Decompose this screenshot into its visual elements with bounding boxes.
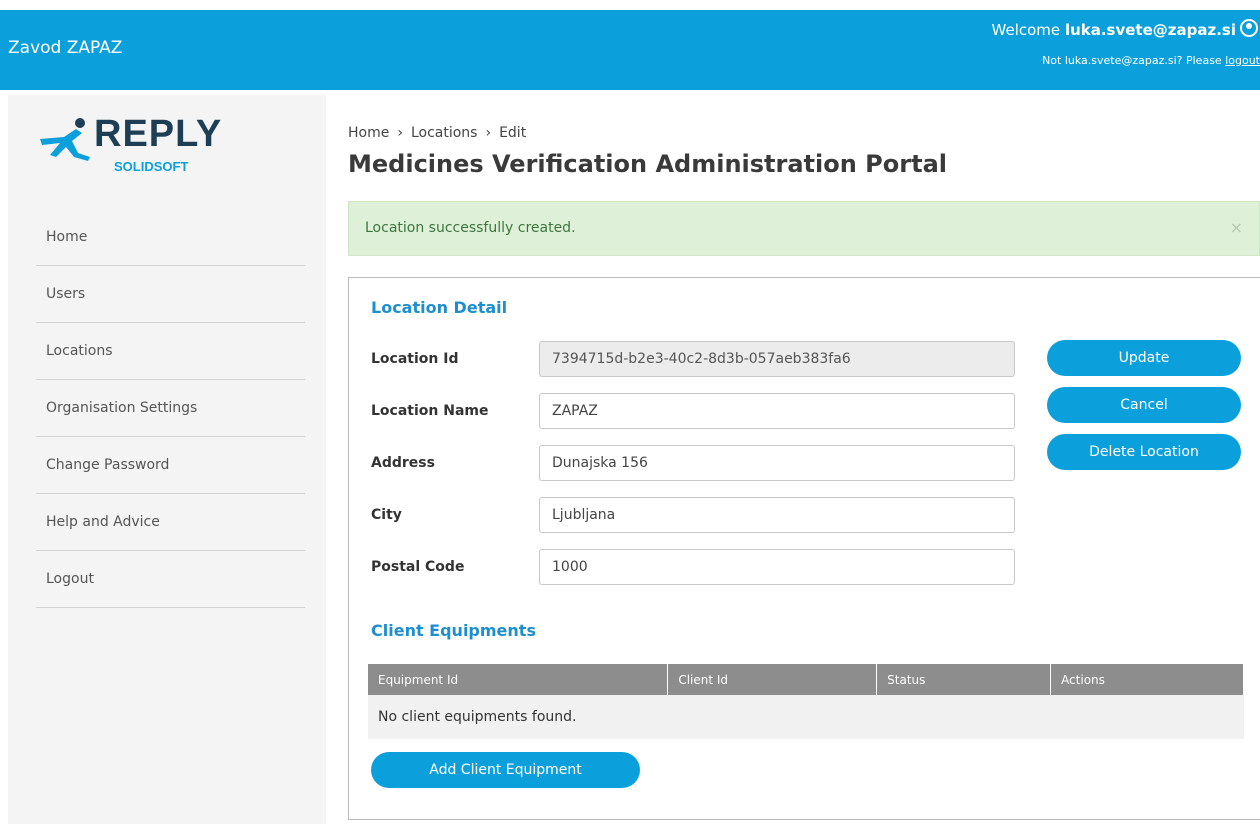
city-field[interactable] xyxy=(539,497,1015,533)
page-title: Medicines Verification Administration Po… xyxy=(348,150,947,178)
sidebar-item-locations[interactable]: Locations xyxy=(36,323,305,380)
add-client-equipment-button[interactable]: Add Client Equipment xyxy=(371,752,640,788)
sidebar-item-logout[interactable]: Logout xyxy=(36,551,305,608)
empty-table-message: No client equipments found. xyxy=(368,695,1244,739)
column-equipment-id: Equipment Id xyxy=(368,664,669,695)
delete-location-button[interactable]: Delete Location xyxy=(1047,434,1241,470)
client-equipments-title: Client Equipments xyxy=(371,621,536,640)
not-user-text: Not luka.svete@zapaz.si? Please xyxy=(1042,54,1222,67)
breadcrumb-home[interactable]: Home xyxy=(348,125,389,141)
welcome-prefix: Welcome xyxy=(991,21,1061,39)
city-label: City xyxy=(371,507,402,523)
user-icon[interactable] xyxy=(1240,19,1258,37)
column-client-id: Client Id xyxy=(667,664,878,695)
sidebar: REPLY SOLIDSOFT Home Users Locations Org… xyxy=(8,95,326,824)
client-equipments-table: Equipment Id Client Id Status Actions No… xyxy=(368,664,1244,739)
breadcrumb: Home › Locations › Edit xyxy=(348,125,526,141)
sidebar-item-change-password[interactable]: Change Password xyxy=(36,437,305,494)
location-id-label: Location Id xyxy=(371,351,459,367)
organisation-name: Zavod ZAPAZ xyxy=(8,38,123,58)
address-field[interactable] xyxy=(539,445,1015,481)
sidebar-item-help-and-advice[interactable]: Help and Advice xyxy=(36,494,305,551)
location-detail-title: Location Detail xyxy=(371,298,508,317)
breadcrumb-edit: Edit xyxy=(499,125,527,141)
user-email: luka.svete@zapaz.si xyxy=(1064,21,1236,39)
table-row: No client equipments found. xyxy=(368,695,1244,739)
postal-code-field[interactable] xyxy=(539,549,1015,585)
postal-code-label: Postal Code xyxy=(371,559,465,575)
table-header-row: Equipment Id Client Id Status Actions xyxy=(368,664,1244,695)
sidebar-item-users[interactable]: Users xyxy=(36,266,305,323)
not-user-notice: Not luka.svete@zapaz.si? Please logout xyxy=(1042,54,1260,67)
breadcrumb-separator: › xyxy=(397,125,403,141)
logo-subtitle: SOLIDSOFT xyxy=(114,159,189,174)
sidebar-nav: Home Users Locations Organisation Settin… xyxy=(36,209,305,608)
location-id-field xyxy=(539,341,1015,377)
close-icon[interactable]: × xyxy=(1230,218,1243,237)
cancel-button[interactable]: Cancel xyxy=(1047,387,1241,423)
breadcrumb-locations[interactable]: Locations xyxy=(411,125,478,141)
welcome-message: Welcome luka.svete@zapaz.si xyxy=(992,19,1258,39)
sidebar-item-home[interactable]: Home xyxy=(36,209,305,266)
column-actions: Actions xyxy=(1050,664,1244,695)
runner-logo-icon xyxy=(40,118,90,161)
location-name-label: Location Name xyxy=(371,403,489,419)
logo-word: REPLY xyxy=(94,113,223,155)
update-button[interactable]: Update xyxy=(1047,340,1241,376)
address-label: Address xyxy=(371,455,435,471)
alert-message: Location successfully created. xyxy=(365,220,576,236)
sidebar-item-organisation-settings[interactable]: Organisation Settings xyxy=(36,380,305,437)
location-name-field[interactable] xyxy=(539,393,1015,429)
logout-link[interactable]: logout xyxy=(1225,54,1260,67)
breadcrumb-separator: › xyxy=(485,125,492,141)
top-header: Zavod ZAPAZ Welcome luka.svete@zapaz.si … xyxy=(0,10,1260,90)
success-alert: Location successfully created. × xyxy=(348,201,1260,256)
reply-solidsoft-logo: REPLY SOLIDSOFT xyxy=(36,111,236,181)
location-detail-panel: Location Detail Location Id Location Nam… xyxy=(348,277,1260,820)
column-status: Status xyxy=(876,664,1052,695)
